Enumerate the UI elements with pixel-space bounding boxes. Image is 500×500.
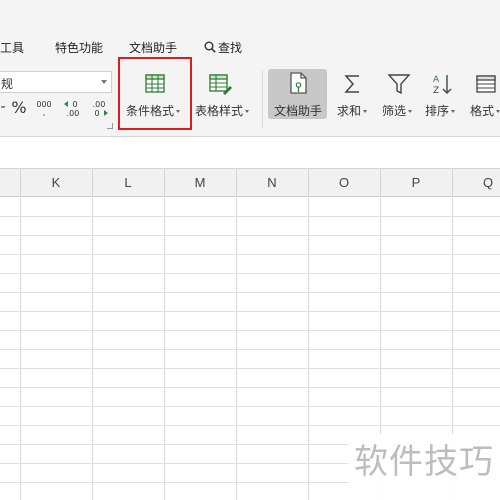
document-assistant-button[interactable]: 文档助手 [268, 69, 327, 119]
number-format-value: 规 [1, 77, 14, 91]
filter-button[interactable]: 筛选 [380, 70, 420, 126]
column-header-n[interactable]: N [236, 169, 308, 197]
sort-label: 排序 [425, 103, 456, 119]
format-icon [476, 75, 496, 93]
column-divider[interactable] [164, 169, 165, 197]
sort-icon: A Z [433, 75, 452, 96]
svg-text:A: A [433, 75, 440, 85]
column-header-o[interactable]: O [308, 169, 380, 197]
column-header-m[interactable]: M [164, 169, 236, 197]
column-divider[interactable] [380, 169, 381, 197]
dropdown-arrow-icon [363, 110, 368, 113]
search-icon [204, 41, 216, 53]
watermark-text: 软件技巧 [354, 442, 494, 482]
document-assistant-icon [290, 72, 307, 94]
grid-row-line [0, 292, 500, 293]
sum-button[interactable]: 求和 [333, 70, 373, 126]
percent-button[interactable]: % [9, 98, 29, 120]
filter-label: 筛选 [382, 103, 413, 119]
grid-row-line [0, 311, 500, 312]
chevron-down-icon [101, 80, 107, 84]
grid-row-line [0, 406, 500, 407]
decrease-decimal-icon: .00 0 [93, 100, 108, 118]
table-style-icon [209, 74, 232, 95]
format-label: 格式 [470, 103, 500, 119]
grid-row-line [0, 254, 500, 255]
dropdown-arrow-icon [408, 110, 413, 113]
column-divider[interactable] [92, 169, 93, 197]
svg-text:0: 0 [94, 109, 99, 118]
grid-row-line [0, 273, 500, 274]
dropdown-arrow-icon [451, 110, 456, 113]
search-label: 查找 [218, 41, 243, 55]
svg-text:Z: Z [433, 86, 439, 96]
menu-tab-document-assistant[interactable]: 文档助手 [129, 40, 177, 56]
document-assistant-label: 文档助手 [274, 104, 323, 118]
column-divider[interactable] [452, 169, 453, 197]
ribbon-separator [262, 70, 263, 128]
grid-row-line [0, 235, 500, 236]
dropdown-arrow-icon [496, 110, 500, 113]
svg-text:,: , [43, 108, 46, 117]
increase-decimal-icon: 0 .00 [64, 100, 80, 118]
grid-row-line [0, 349, 500, 350]
thousands-separator-icon: 000 , [36, 100, 51, 117]
sum-icon [344, 75, 359, 93]
decrease-decimal-button[interactable]: .00 0 [88, 98, 110, 120]
menu-tab-special-features[interactable]: 特色功能 [55, 40, 103, 56]
grid-row-line [0, 425, 500, 426]
column-header-k[interactable]: K [20, 169, 92, 197]
table-style-button[interactable]: 表格样式 [193, 70, 255, 126]
column-divider[interactable] [236, 169, 237, 197]
format-button[interactable]: 格式 [468, 70, 500, 126]
column-header-q[interactable]: Q [452, 169, 500, 197]
dialog-launcher-icon[interactable] [107, 123, 113, 129]
menu-tab-tools[interactable]: 工具 [0, 40, 24, 56]
sum-label: 求和 [337, 103, 368, 119]
column-header-p[interactable]: P [380, 169, 452, 197]
number-format-dropdown[interactable]: 规 [0, 71, 112, 93]
menu-search[interactable]: 查找 [204, 40, 242, 56]
grid-row-line [0, 368, 500, 369]
svg-text:.00: .00 [67, 109, 80, 118]
grid-row-line [0, 330, 500, 331]
column-divider[interactable] [308, 169, 309, 197]
highlight-box [118, 57, 192, 130]
dropdown-arrow-icon [245, 110, 250, 113]
svg-text:0: 0 [72, 100, 77, 109]
ribbon-toolbar: 规 - % 000 , 0 .00 .00 0 条件格式 表格样式 文档助手 求… [0, 62, 500, 136]
svg-text:.00: .00 [93, 100, 106, 109]
menu-bar: 工具 特色功能 文档助手 查找 [0, 0, 500, 62]
table-style-label: 表格样式 [195, 103, 250, 119]
currency-button[interactable]: - [0, 98, 6, 120]
column-divider[interactable] [20, 169, 21, 197]
filter-icon [387, 74, 411, 95]
column-header-l[interactable]: L [92, 169, 164, 197]
column-header-row: K L M N O P Q [0, 168, 500, 197]
formula-bar-area[interactable] [0, 137, 500, 168]
thousands-separator-button[interactable]: 000 , [33, 98, 55, 120]
grid-row-line [0, 387, 500, 388]
sort-button[interactable]: A Z 排序 [424, 70, 464, 126]
grid-row-line [0, 216, 500, 217]
increase-decimal-button[interactable]: 0 .00 [62, 98, 84, 120]
